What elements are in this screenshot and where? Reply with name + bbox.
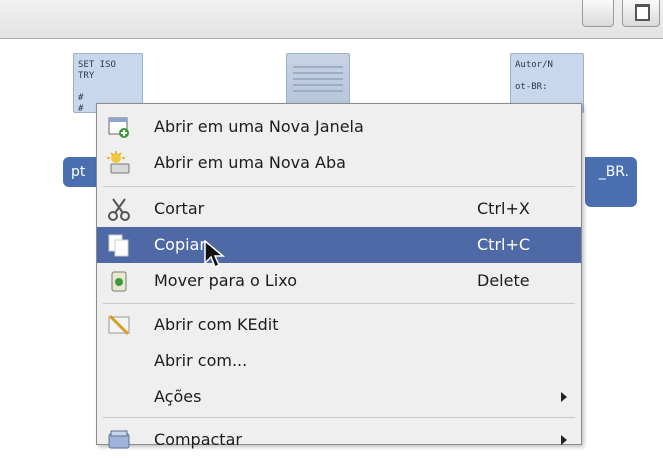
cut-icon: [108, 198, 130, 221]
menu-separator: [103, 303, 575, 304]
menu-item-label: Abrir com...: [154, 351, 248, 370]
kedit-icon: [108, 314, 130, 336]
new-tab-icon: [107, 151, 130, 174]
menu-item-cut[interactable]: Cortar Ctrl+X: [97, 191, 581, 227]
menu-item-label: Abrir em uma Nova Aba: [154, 153, 346, 172]
trash-icon: [111, 271, 127, 292]
menu-item-label: Abrir com KEdit: [154, 315, 279, 334]
menu-item-label: Ações: [154, 387, 202, 406]
menu-item-actions[interactable]: Ações: [97, 379, 581, 415]
submenu-arrow-icon: [561, 392, 567, 402]
file-label[interactable]: _BR.: [585, 157, 637, 207]
menu-item-compress[interactable]: Compactar: [97, 422, 581, 458]
menu-item-move-to-trash[interactable]: Mover para o Lixo Delete: [97, 263, 581, 299]
submenu-arrow-icon: [561, 435, 567, 445]
shortcut-label: Ctrl+C: [477, 235, 531, 254]
menu-item-label: Cortar: [154, 199, 205, 218]
menu-item-open-new-window[interactable]: Abrir em uma Nova Janela: [97, 109, 581, 145]
menu-item-open-new-tab[interactable]: Abrir em uma Nova Aba: [97, 145, 581, 181]
document-lines: [293, 66, 343, 68]
new-window-icon: [108, 117, 129, 138]
archive-icon: [108, 430, 130, 449]
context-menu: Abrir em uma Nova Janela Abrir em uma No…: [96, 103, 582, 449]
menu-item-label: Copiar: [154, 235, 206, 254]
menu-item-label: Compactar: [154, 430, 242, 449]
toolbar-button[interactable]: [582, 0, 614, 27]
menu-item-open-with-kedit[interactable]: Abrir com KEdit: [97, 307, 581, 343]
copy-icon: [108, 234, 129, 257]
menu-item-open-with[interactable]: Abrir com...: [97, 343, 581, 379]
toolbar: [0, 0, 663, 39]
maximize-button[interactable]: [622, 0, 660, 27]
shortcut-label: Delete: [477, 271, 530, 290]
menu-separator: [103, 186, 575, 187]
menu-separator: [103, 417, 575, 418]
mouse-cursor-icon: [204, 240, 226, 269]
menu-item-copy[interactable]: Copiar Ctrl+C: [97, 227, 581, 263]
shortcut-label: Ctrl+X: [477, 199, 530, 218]
menu-item-label: Abrir em uma Nova Janela: [154, 117, 364, 136]
